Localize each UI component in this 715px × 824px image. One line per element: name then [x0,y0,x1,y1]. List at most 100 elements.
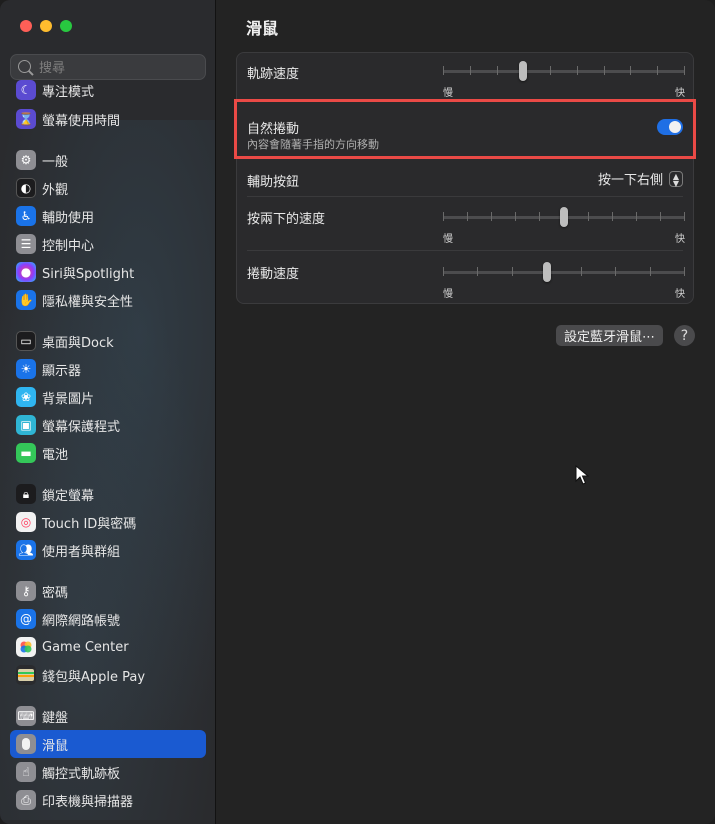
sidebar-item-wallpaper[interactable]: ❀ 背景圖片 [10,383,206,411]
slider-tick [443,212,444,221]
slider-tick [630,66,632,75]
help-button[interactable]: ? [674,325,695,346]
sidebar-item-wallet-apple-pay[interactable]: 錢包與Apple Pay [10,661,206,689]
printer-icon: ⎙ [16,790,36,810]
row-separator [247,196,683,197]
sidebar-item-battery[interactable]: ▬ 電池 [10,439,206,467]
secondary-click-value: 按一下右側 [597,173,663,188]
slider-tick [611,212,613,221]
sidebar-item-label: 密碼 [42,585,69,601]
sidebar-item-label: Siri與Spotlight [42,266,135,282]
sidebar-item-label: 觸控式軌跡板 [42,766,121,782]
slider-max-label: 快 [675,234,685,245]
sidebar-item-label: 螢幕保護程式 [42,419,121,435]
row-separator [247,250,683,251]
minimize-window-button[interactable] [40,20,52,32]
slider-tick [467,212,469,221]
sidebar-item-touch-id[interactable]: ◎ Touch ID與密碼 [10,508,206,536]
slider-tick [615,267,617,276]
slider-knob[interactable] [543,262,552,282]
wallet-icon [16,665,36,685]
sidebar-item-label: 滑鼠 [42,738,69,754]
window-controls [20,20,72,32]
double-click-speed-slider[interactable]: 慢 快 [443,199,685,245]
sidebar-item-game-center[interactable]: Game Center [10,633,206,661]
sidebar-item-passwords[interactable]: ⚷ 密碼 [10,577,206,605]
slider-tick [657,66,659,75]
secondary-click-label: 輔助按鈕 [247,175,300,190]
zoom-window-button[interactable] [60,20,72,32]
sidebar-item-label: 顯示器 [42,363,82,379]
sidebar-item-screen-time[interactable]: ⌛ 螢幕使用時間 [10,105,206,133]
natural-scrolling-toggle[interactable] [657,119,683,135]
sidebar-item-displays[interactable]: ☀ 顯示器 [10,355,206,383]
fingerprint-icon: ◎ [16,512,36,532]
game-center-icon [16,637,36,657]
page-title: 滑鼠 [246,19,279,38]
sidebar: ☾ 專注模式 ⌛ 螢幕使用時間 ⚙ 一般 ◐ 外觀 ♿ 輔助使用 ☰ 控制中心 [0,0,216,824]
slider-tick [603,66,605,75]
sidebar-item-label: 使用者與群組 [42,544,121,560]
secondary-click-popup[interactable]: 按一下右側 ▲ ▼ [598,169,683,188]
slider-tick [587,212,589,221]
sidebar-item-appearance[interactable]: ◐ 外觀 [10,174,206,202]
settings-window: ☾ 專注模式 ⌛ 螢幕使用時間 ⚙ 一般 ◐ 外觀 ♿ 輔助使用 ☰ 控制中心 [0,0,715,824]
sidebar-item-label: 電池 [42,447,69,463]
sidebar-item-label: 一般 [42,154,69,170]
sidebar-item-siri-spotlight[interactable]: ● Siri與Spotlight [10,258,206,286]
slider-tick [511,267,513,276]
sidebar-item-label: 網際網路帳號 [42,613,121,629]
sidebar-item-privacy-security[interactable]: ✋ 隱私權與安全性 [10,286,206,314]
sidebar-item-desktop-dock[interactable]: ▭ 桌面與Dock [10,327,206,355]
slider-min-label: 慢 [443,88,453,99]
close-window-button[interactable] [20,20,32,32]
sidebar-item-printers-scanners[interactable]: ⎙ 印表機與掃描器 [10,786,206,814]
sidebar-item-mouse[interactable]: 滑鼠 [10,730,206,758]
sidebar-item-keyboard[interactable]: ⌨ 鍵盤 [10,702,206,730]
sidebar-item-label: 背景圖片 [42,391,95,407]
sidebar-item-accessibility[interactable]: ♿ 輔助使用 [10,202,206,230]
slider-tick [635,212,637,221]
sidebar-item-lock-screen[interactable]: 🔒︎ 鎖定螢幕 [10,480,206,508]
sidebar-item-general[interactable]: ⚙ 一般 [10,146,206,174]
slider-tick [684,66,685,75]
slider-tick [469,66,471,75]
hand-icon: ✋ [16,290,36,310]
tracking-speed-label: 軌跡速度 [247,67,300,82]
slider-knob[interactable] [518,61,527,81]
users-icon: 👥︎ [16,540,36,560]
sidebar-item-focus[interactable]: ☾ 專注模式 [10,76,206,104]
sidebar-item-label: 鎖定螢幕 [42,488,95,504]
mouse-pointer-icon [575,465,589,485]
sidebar-item-internet-accounts[interactable]: @ 網際網路帳號 [10,605,206,633]
sidebar-item-label: Touch ID與密碼 [42,516,137,532]
battery-icon: ▬ [16,443,36,463]
hourglass-icon: ⌛ [16,109,36,129]
sidebar-item-screen-saver[interactable]: ▣ 螢幕保護程式 [10,411,206,439]
setup-bluetooth-mouse-button[interactable]: 設定藍牙滑鼠⋯ [556,325,664,346]
moon-icon: ☾ [16,80,36,100]
slider-tick [443,66,444,75]
scroll-speed-slider[interactable]: 慢 快 [443,254,685,300]
main-content: 滑鼠 軌跡速度 慢 快 自然捲動 內容會隨著手指的方向移動 輔助按鈕 按一下右側… [216,0,715,824]
mouse-settings-panel: 軌跡速度 慢 快 自然捲動 內容會隨著手指的方向移動 輔助按鈕 按一下右側 ▲ ▼… [234,52,696,304]
slider-tick [576,66,578,75]
slider-min-label: 慢 [443,234,453,245]
tracking-speed-slider[interactable]: 慢 快 [443,53,685,99]
sidebar-item-label: 印表機與掃描器 [42,794,134,810]
sidebar-item-label: 輔助使用 [42,210,95,226]
chevron-up-down-icon: ▲ ▼ [669,170,683,187]
slider-tick [580,267,582,276]
sidebar-item-users-groups[interactable]: 👥︎ 使用者與群組 [10,536,206,564]
slider-knob[interactable] [560,207,568,227]
scroll-speed-label: 捲動速度 [247,267,300,282]
sidebar-item-label: 控制中心 [42,238,95,254]
sidebar-item-trackpad[interactable]: ☝ 觸控式軌跡板 [10,758,206,786]
natural-scrolling-label: 自然捲動 [247,122,300,137]
slider-track [443,70,685,73]
slider-tick [684,267,685,276]
appearance-icon: ◐ [16,178,36,198]
mouse-icon [16,734,36,754]
double-click-speed-label: 按兩下的速度 [247,212,326,227]
sidebar-item-control-center[interactable]: ☰ 控制中心 [10,230,206,258]
